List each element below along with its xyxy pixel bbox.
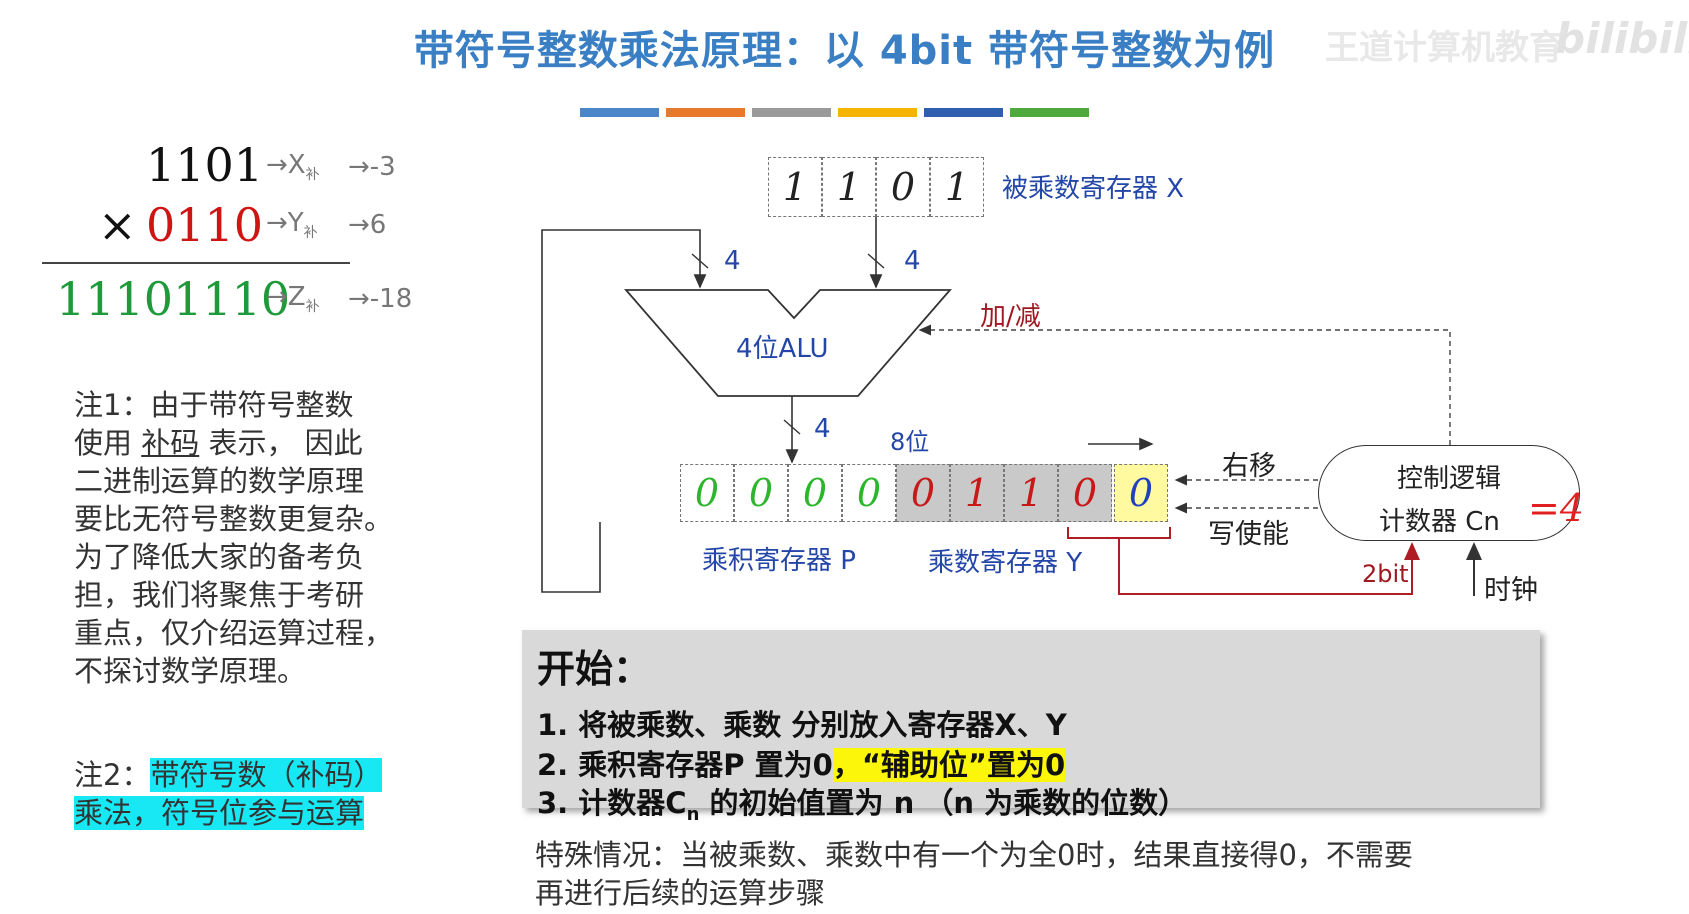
eight-bit-label: 8位 bbox=[890, 428, 930, 456]
x-register-label: 被乘数寄存器 X bbox=[1002, 174, 1185, 204]
feedback-wire bbox=[541, 229, 707, 593]
step-2: 2. 乘积寄存器P 置为0，“辅助位”置为0 bbox=[537, 742, 1066, 784]
clock-label: 时钟 bbox=[1484, 575, 1538, 606]
p-register-bit: 0 bbox=[842, 464, 896, 522]
y-register-label: 乘数寄存器 Y bbox=[928, 548, 1083, 578]
x-register-bit: 0 bbox=[876, 157, 930, 217]
two-bit-label: 2bit bbox=[1362, 560, 1409, 588]
step-3-text: 3. 计数器C bbox=[537, 786, 687, 820]
y-register-bit: 1 bbox=[1004, 464, 1058, 522]
p-register-label: 乘积寄存器 P bbox=[702, 546, 856, 576]
right-shift-label: 右移 bbox=[1222, 451, 1276, 482]
alu-label: 4位ALU bbox=[736, 334, 829, 364]
steps-box: 开始： 1. 将被乘数、乘数 分别放入寄存器X、Y 2. 乘积寄存器P 置为0，… bbox=[522, 630, 1540, 825]
p-register-bit: 0 bbox=[680, 464, 734, 522]
x-register-bit: 1 bbox=[930, 157, 984, 217]
bus-width-left: 4 bbox=[724, 246, 741, 276]
write-enable-label: 写使能 bbox=[1208, 519, 1289, 550]
y-low-bits-bracket bbox=[1067, 527, 1171, 539]
bus-width-out: 4 bbox=[814, 414, 831, 444]
add-sub-label: 加/减 bbox=[980, 302, 1041, 332]
steps-heading: 开始： bbox=[537, 647, 652, 691]
p-register-bit: 0 bbox=[788, 464, 842, 522]
bus-width-right: 4 bbox=[904, 246, 921, 276]
y-register-bit: 0 bbox=[896, 464, 950, 522]
x-register-bit: 1 bbox=[768, 157, 822, 217]
auxiliary-bit: 0 bbox=[1114, 464, 1168, 522]
step-3-text: 的初始值置为 n （n 为乘数的位数） bbox=[699, 786, 1188, 820]
y-register-bit: 0 bbox=[1058, 464, 1112, 522]
x-register-bit: 1 bbox=[822, 157, 876, 217]
step-2-text: 2. 乘积寄存器P 置为0 bbox=[537, 748, 833, 782]
add-sub-control-wire bbox=[918, 324, 1451, 445]
step-3-sub: n bbox=[686, 803, 700, 825]
special-line: 再进行后续的运算步骤 bbox=[535, 876, 826, 910]
step-1: 1. 将被乘数、乘数 分别放入寄存器X、Y bbox=[537, 708, 1067, 742]
counter-value: =4 bbox=[1528, 486, 1585, 530]
special-line: 特殊情况：当被乘数、乘数中有一个为全0时，结果直接得0，不需要 bbox=[535, 838, 1413, 872]
y-register-bit: 1 bbox=[950, 464, 1004, 522]
step-3: 3. 计数器Cn 的初始值置为 n （n 为乘数的位数） bbox=[537, 780, 1187, 825]
step-2-highlight: ，“辅助位”置为0 bbox=[832, 748, 1066, 782]
special-case-note: 特殊情况：当被乘数、乘数中有一个为全0时，结果直接得0，不需要 再进行后续的运算… bbox=[535, 836, 1535, 912]
p-register-bit: 0 bbox=[734, 464, 788, 522]
